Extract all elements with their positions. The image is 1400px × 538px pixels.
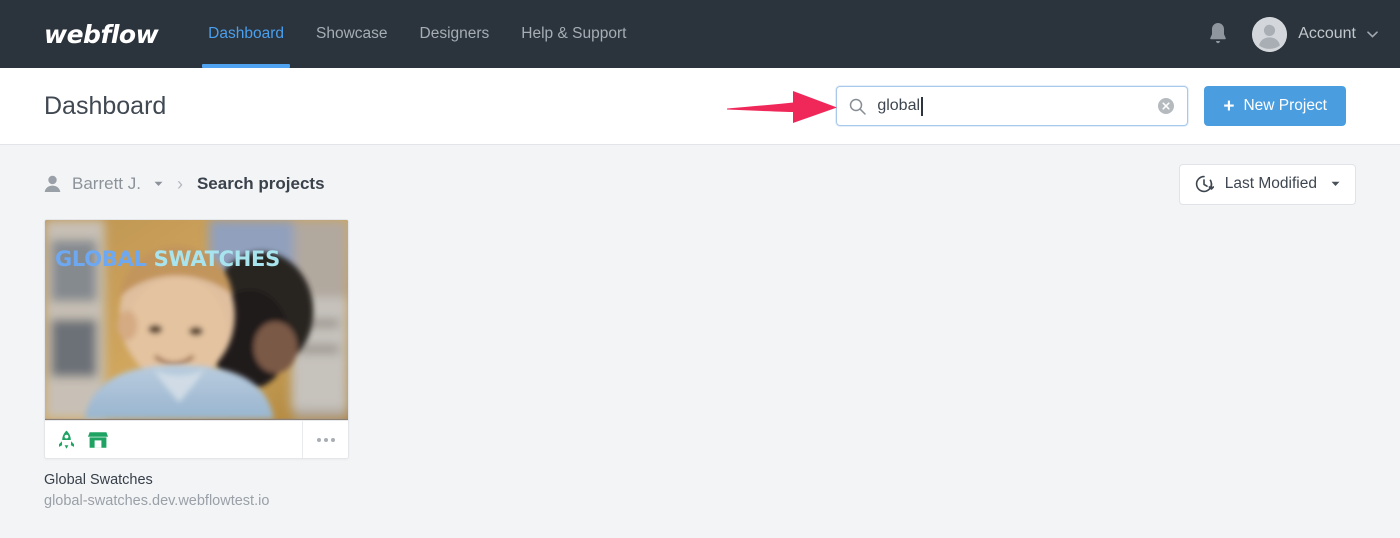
nav-link-showcase[interactable]: Showcase <box>300 0 404 68</box>
new-project-button[interactable]: + New Project <box>1204 86 1346 126</box>
page-subheader: Dashboard global + New Project <box>0 68 1400 145</box>
search-input-value: global <box>877 97 921 114</box>
page-title: Dashboard <box>44 91 167 120</box>
breadcrumb-current-page: Search projects <box>196 174 325 193</box>
projects-grid: GLOBAL SWATCHES Global Swatches global-s… <box>44 219 1356 509</box>
more-options-icon <box>330 437 335 442</box>
account-label: Account <box>1298 25 1356 42</box>
sort-dropdown[interactable]: Last Modified <box>1178 163 1356 205</box>
breadcrumb-separator: › <box>176 173 183 194</box>
storefront-icon[interactable] <box>88 431 108 449</box>
more-options-icon <box>316 437 321 442</box>
project-card-footer <box>45 420 348 458</box>
caret-down-icon <box>154 181 163 186</box>
account-menu[interactable]: Account <box>1252 16 1378 52</box>
rocket-icon[interactable] <box>58 430 75 449</box>
nav-link-designers[interactable]: Designers <box>404 0 506 68</box>
project-card-frame: GLOBAL SWATCHES <box>44 219 349 459</box>
new-project-label: New Project <box>1243 97 1327 114</box>
breadcrumb-user-dropdown[interactable]: Barrett J. <box>44 174 163 194</box>
nav-link-dashboard[interactable]: Dashboard <box>192 0 300 68</box>
nav-link-help-support[interactable]: Help & Support <box>505 0 642 68</box>
thumbnail-caption-part2: SWATCHES <box>153 247 281 271</box>
plus-icon: + <box>1223 95 1235 117</box>
project-card[interactable]: GLOBAL SWATCHES Global Swatches global-s… <box>44 219 349 509</box>
subheader-actions: global + New Project <box>836 86 1346 126</box>
thumbnail-caption-part1: GLOBAL <box>55 247 147 271</box>
project-meta: Global Swatches global-swatches.dev.webf… <box>44 459 349 509</box>
more-options-icon <box>323 437 328 442</box>
primary-nav: Dashboard Showcase Designers Help & Supp… <box>192 0 642 68</box>
search-input[interactable]: global <box>836 86 1189 126</box>
project-options-menu[interactable] <box>302 421 348 458</box>
project-url[interactable]: global-swatches.dev.webflowtest.io <box>44 493 349 509</box>
text-caret <box>921 96 923 116</box>
caret-down-icon <box>1331 181 1340 186</box>
search-field-wrapper: global <box>836 86 1189 126</box>
search-icon <box>850 98 867 115</box>
nav-right-cluster: Account <box>1206 16 1378 52</box>
breadcrumb-user-name: Barrett J. <box>72 174 141 193</box>
person-icon <box>44 175 61 192</box>
breadcrumb: Barrett J. › Search projects Last Modifi… <box>44 145 1356 219</box>
clock-arrow-icon <box>1195 175 1214 192</box>
project-name[interactable]: Global Swatches <box>44 472 349 488</box>
bell-icon[interactable] <box>1206 21 1230 47</box>
webflow-logo[interactable]: webflow <box>44 20 159 49</box>
project-thumbnail[interactable]: GLOBAL SWATCHES <box>45 220 348 420</box>
chevron-down-icon <box>1367 30 1378 38</box>
clear-search-icon[interactable] <box>1157 97 1175 115</box>
top-navigation-bar: webflow Dashboard Showcase Designers Hel… <box>0 0 1400 68</box>
main-content: Barrett J. › Search projects Last Modifi… <box>0 145 1400 509</box>
avatar <box>1252 16 1288 52</box>
sort-label: Last Modified <box>1224 175 1317 192</box>
project-status-badges <box>45 421 302 458</box>
thumbnail-caption: GLOBAL SWATCHES <box>55 247 280 271</box>
